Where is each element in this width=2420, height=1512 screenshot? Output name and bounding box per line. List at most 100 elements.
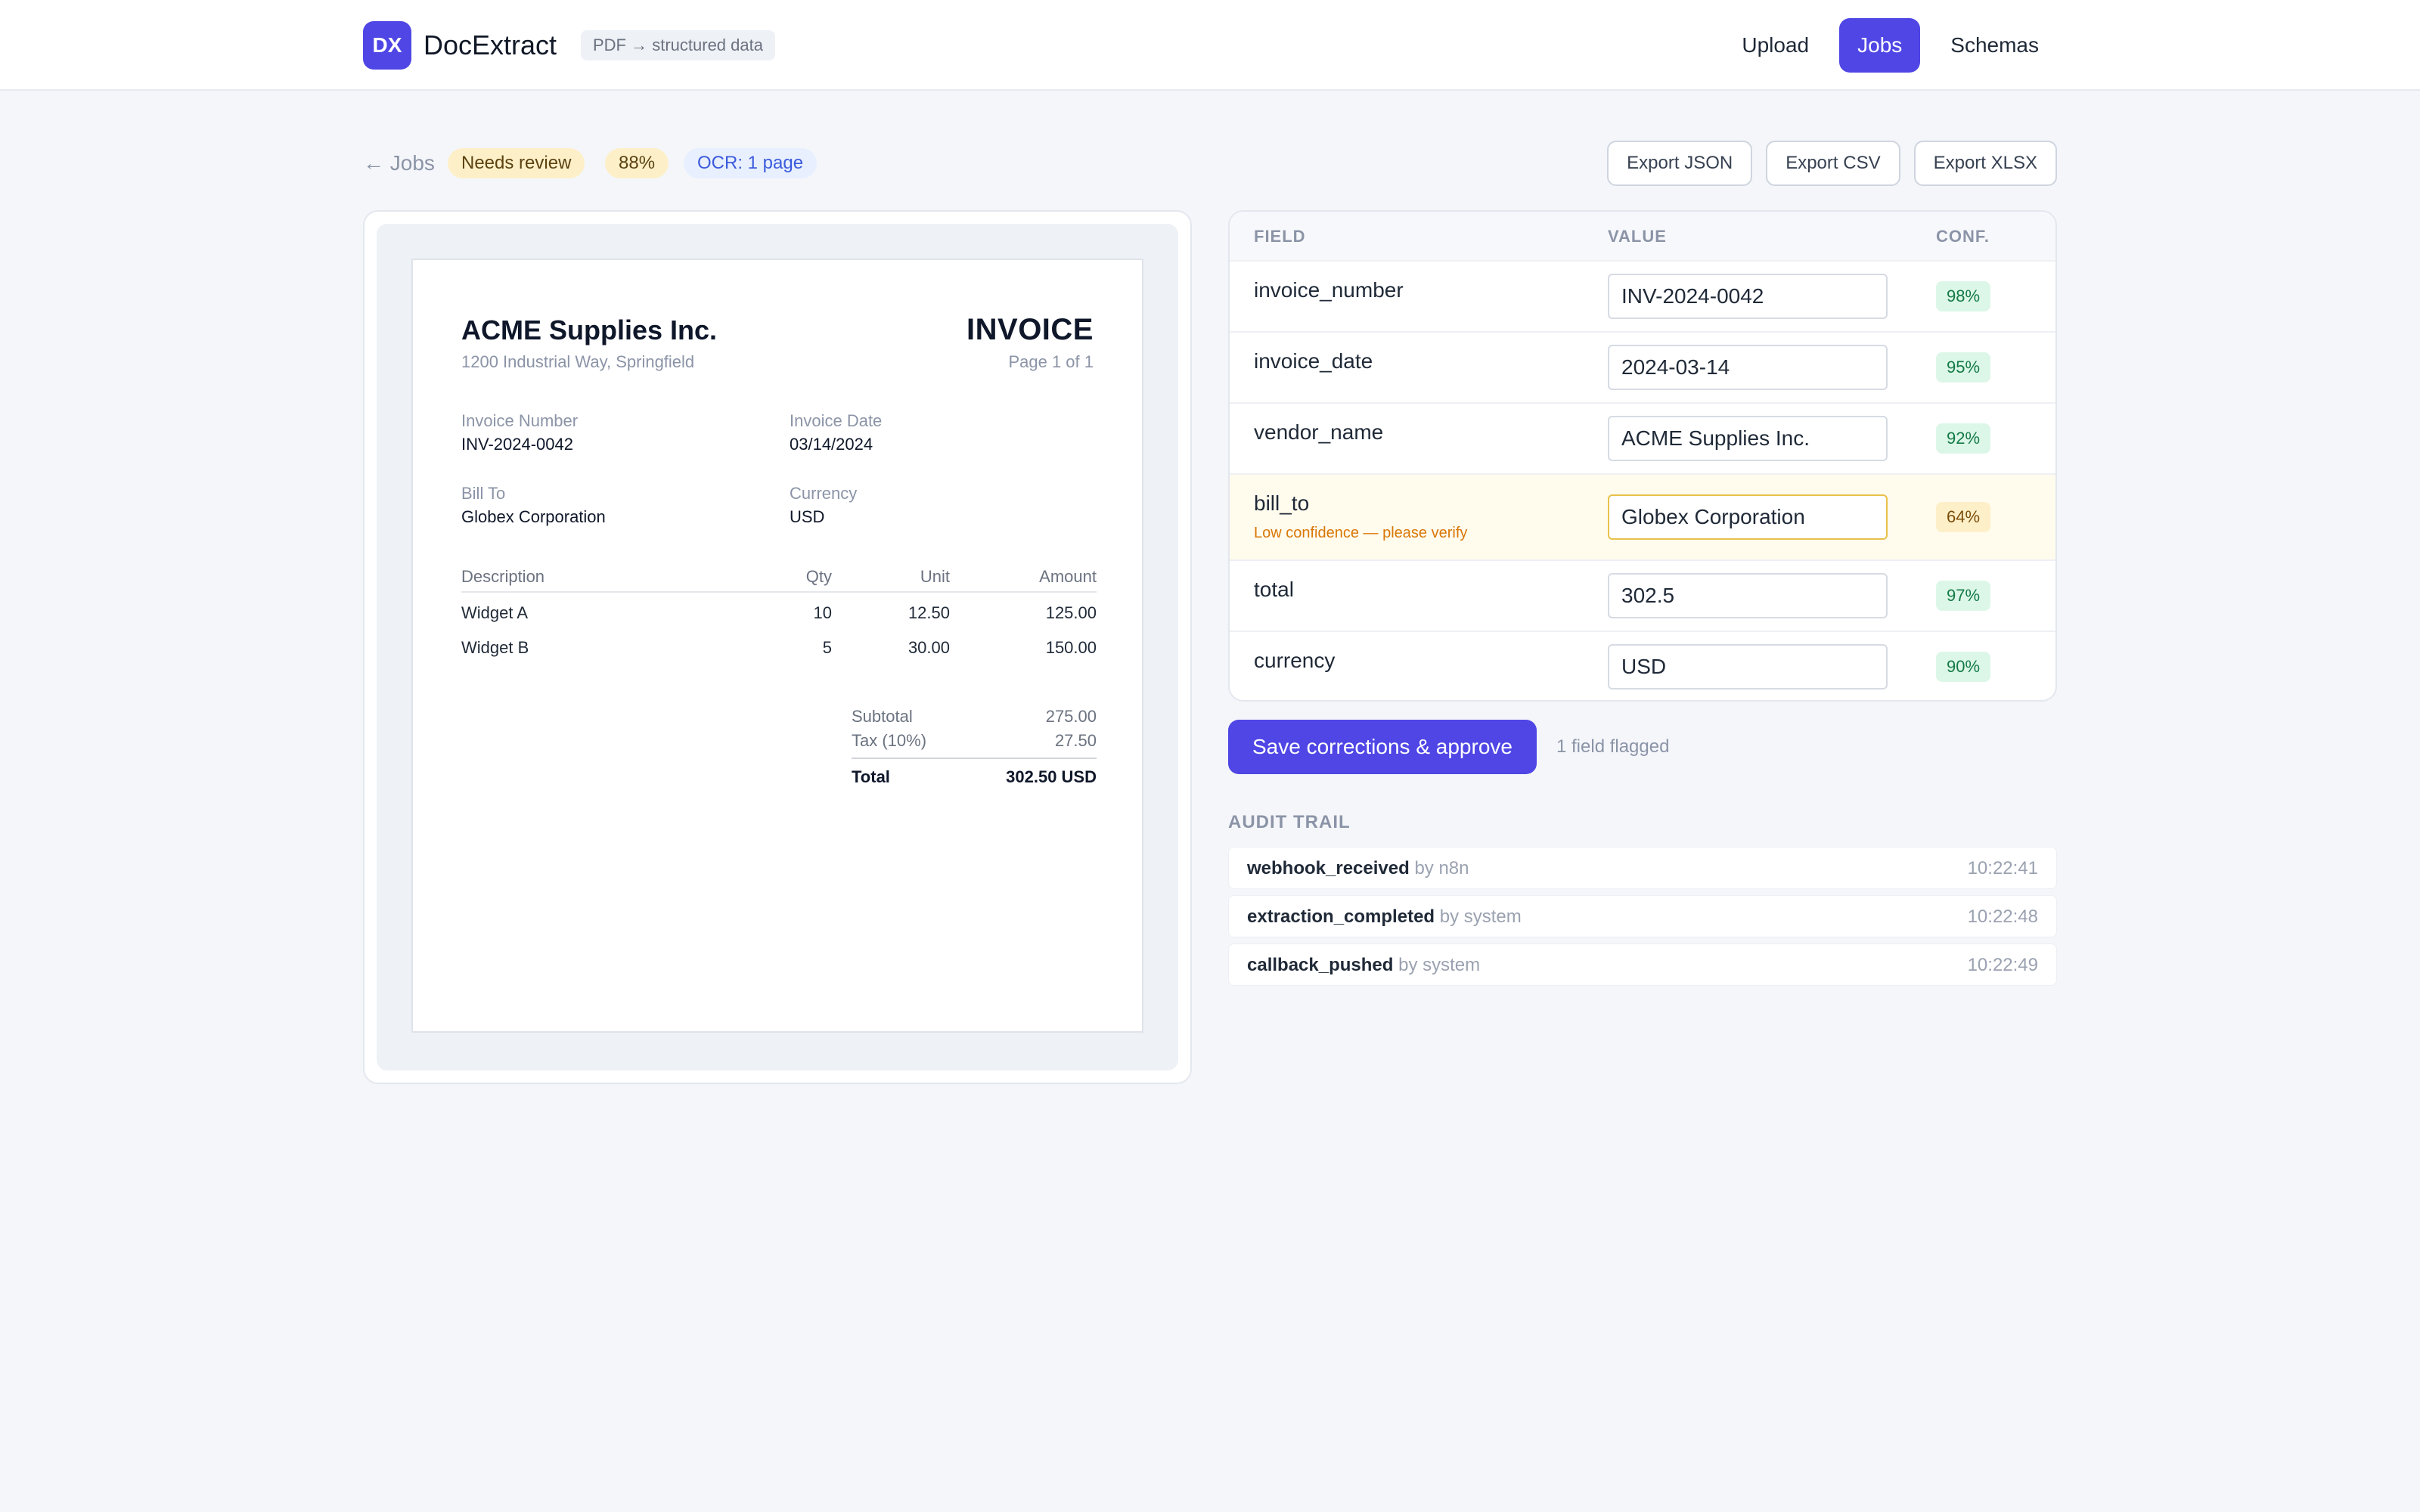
document-viewer[interactable]: ACME Supplies Inc. 1200 Industrial Way, … [377, 224, 1178, 1070]
export-json-button[interactable]: Export JSON [1607, 141, 1753, 186]
confidence-badge: 98% [1936, 281, 1991, 311]
header-conf: CONF. [1936, 227, 1990, 246]
field-row-invoice-date: invoice_date 95% [1230, 331, 2055, 402]
cell-qty: 10 [813, 603, 832, 622]
confidence-badge: 95% [1936, 352, 1991, 383]
invoice-number-block: Invoice Number INV-2024-0042 [461, 410, 578, 457]
audit-event-name: extraction_completed [1247, 906, 1435, 927]
audit-event-actor: by n8n [1414, 858, 1469, 878]
audit-event-row: callback_pushed by system 10:22:49 [1228, 943, 2057, 986]
nav-upload[interactable]: Upload [1723, 18, 1827, 73]
document-preview-card: ACME Supplies Inc. 1200 Industrial Way, … [363, 210, 1192, 1084]
app-title: DocExtract [424, 29, 557, 60]
top-bar: DX DocExtract PDF → structured data Uplo… [0, 0, 2420, 91]
audit-event-actor: by system [1439, 906, 1522, 927]
audit-event-row: extraction_completed by system 10:22:48 [1228, 895, 2057, 937]
line-items-header: Description Qty Unit Amount [461, 567, 1097, 593]
total-value: 302.50 USD [1006, 767, 1097, 786]
col-description: Description [461, 567, 756, 593]
export-csv-button[interactable]: Export CSV [1766, 141, 1900, 186]
audit-event-actor: by system [1398, 955, 1481, 975]
main-nav: Upload Jobs Schemas [1723, 18, 2057, 73]
nav-jobs[interactable]: Jobs [1839, 18, 1921, 73]
nav-schemas[interactable]: Schemas [1932, 18, 2057, 73]
currency-value: USD [790, 507, 825, 526]
bill-to-label: Bill To [461, 484, 506, 503]
audit-event-time: 10:22:49 [1967, 955, 2038, 975]
invoice-totals: Subtotal 275.00 Tax (10%) 27.50 Total 30… [852, 705, 1097, 789]
currency-block: Currency USD [790, 482, 857, 529]
export-toolbar: Export JSON Export CSV Export XLSX [1607, 141, 2057, 186]
cell-qty: 5 [822, 638, 832, 657]
confidence-badge: 92% [1936, 423, 1991, 454]
cell-unit: 30.00 [908, 638, 950, 657]
confidence-badge: 64% [1936, 502, 1991, 532]
field-row-total: total 97% [1230, 559, 2055, 631]
invoice-date-label: Invoice Date [790, 411, 883, 430]
field-name: invoice_number [1254, 278, 1404, 302]
audit-event-name: callback_pushed [1247, 955, 1394, 975]
extracted-fields-card: FIELD VALUE CONF. invoice_number 98% inv… [1228, 210, 2057, 702]
col-unit: Unit [832, 567, 950, 593]
invoice-date-block: Invoice Date 03/14/2024 [790, 410, 882, 457]
field-name: currency [1254, 649, 1336, 672]
app-tagline-badge: PDF → structured data [581, 30, 775, 60]
cell-unit: 12.50 [908, 603, 950, 622]
document-page: ACME Supplies Inc. 1200 Industrial Way, … [411, 259, 1143, 1033]
invoice-number-input[interactable] [1608, 274, 1888, 319]
confidence-badge: 90% [1936, 652, 1991, 682]
bill-to-block: Bill To Globex Corporation [461, 482, 606, 529]
tax-row: Tax (10%) 27.50 [852, 729, 1097, 753]
bill-to-value: Globex Corporation [461, 507, 606, 526]
tax-label: Tax (10%) [852, 731, 927, 750]
field-row-invoice-number: invoice_number 98% [1230, 260, 2055, 331]
tax-value: 27.50 [1054, 731, 1097, 750]
total-input[interactable] [1608, 573, 1888, 618]
audit-event: callback_pushed by system [1247, 955, 1480, 976]
currency-label: Currency [790, 484, 858, 503]
fields-table-header: FIELD VALUE CONF. [1230, 212, 2055, 260]
ocr-badge: OCR: 1 page [684, 148, 818, 178]
invoice-number-value: INV-2024-0042 [461, 435, 573, 454]
invoice-date-input[interactable] [1608, 345, 1888, 390]
audit-event-time: 10:22:41 [1967, 858, 2038, 878]
field-row-vendor-name: vendor_name 92% [1230, 402, 2055, 473]
invoice-page-number: Page 1 of 1 [1008, 352, 1094, 371]
export-xlsx-button[interactable]: Export XLSX [1913, 141, 2057, 186]
audit-event-name: webhook_received [1247, 858, 1410, 878]
vendor-name-input[interactable] [1608, 416, 1888, 461]
bill-to-input[interactable] [1608, 494, 1888, 540]
save-approve-button[interactable]: Save corrections & approve [1228, 720, 1537, 774]
subtotal-row: Subtotal 275.00 [852, 705, 1097, 729]
field-name: invoice_date [1254, 349, 1373, 373]
invoice-title: INVOICE [966, 313, 1094, 346]
header-value: VALUE [1608, 227, 1667, 246]
logo-icon[interactable]: DX [363, 21, 411, 70]
col-amount: Amount [950, 567, 1097, 593]
currency-input[interactable] [1608, 644, 1888, 689]
header-field: FIELD [1254, 227, 1306, 246]
invoice-date-value: 03/14/2024 [790, 435, 873, 454]
field-row-currency: currency 90% [1230, 631, 2055, 700]
table-row: Widget A 10 12.50 125.00 [461, 592, 1097, 627]
field-name: total [1254, 578, 1294, 601]
status-badge: Needs review [448, 148, 585, 178]
table-row: Widget B 5 30.00 150.00 [461, 627, 1097, 662]
invoice-number-label: Invoice Number [461, 411, 579, 430]
confidence-badge: 97% [1936, 581, 1991, 611]
field-name: vendor_name [1254, 420, 1384, 444]
audit-event-time: 10:22:48 [1967, 906, 2038, 927]
audit-event: extraction_completed by system [1247, 906, 1522, 928]
subtotal-value: 275.00 [1045, 707, 1097, 726]
low-confidence-warning: Low confidence — please verify [1254, 525, 1468, 541]
confidence-badge: 88% [605, 148, 669, 178]
back-to-jobs-link[interactable]: ← Jobs [363, 148, 435, 178]
subtotal-label: Subtotal [852, 707, 913, 726]
flagged-count-text: 1 field flagged [1556, 736, 1670, 757]
total-label: Total [852, 767, 890, 786]
invoice-address: 1200 Industrial Way, Springfield [461, 352, 695, 371]
total-row: Total 302.50 USD [852, 758, 1097, 789]
line-items-table: Description Qty Unit Amount Widget A 10 … [461, 567, 1097, 662]
cell-amount: 125.00 [1045, 603, 1097, 622]
field-row-bill-to: bill_to Low confidence — please verify 6… [1230, 473, 2055, 559]
